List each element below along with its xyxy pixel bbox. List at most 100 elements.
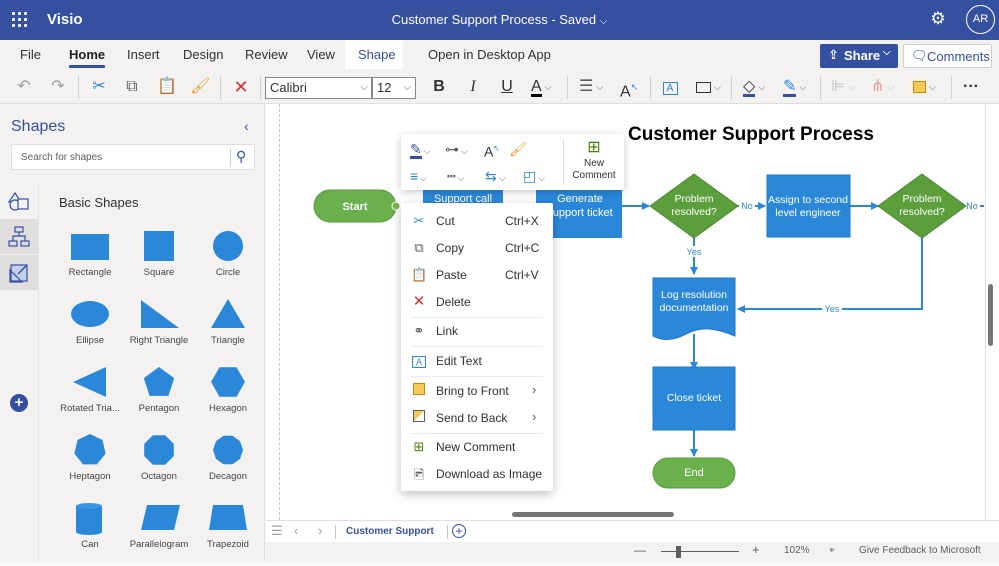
add-page-button[interactable]: + [452, 524, 466, 538]
app-name[interactable]: Visio [47, 11, 83, 28]
shape-can[interactable]: Can [55, 500, 125, 566]
shape-circle[interactable]: Circle [193, 228, 263, 294]
shape-octagon[interactable]: Octagon [124, 432, 194, 498]
give-feedback-link[interactable]: Give Feedback to Microsoft [859, 545, 981, 556]
previous-page-icon[interactable]: ‹ [294, 523, 298, 538]
horizontal-scrollbar[interactable] [512, 512, 674, 517]
assign-engineer-node[interactable] [766, 174, 851, 238]
zoom-slider-track[interactable] [661, 551, 739, 552]
line-dash-button[interactable]: ┅ ⌵ [447, 167, 464, 187]
shape-rotated-tria[interactable]: Rotated Tria... [55, 364, 125, 430]
menu-item-cut[interactable]: ✂ Cut Ctrl+X [401, 209, 553, 233]
more-options-icon[interactable]: ··· [958, 76, 984, 98]
tab-home[interactable]: Home [69, 47, 106, 68]
open-in-desktop-app[interactable]: Open in Desktop App [428, 47, 551, 62]
shape-rectangle[interactable]: Rectangle [55, 228, 125, 294]
shape-heptagon[interactable]: Heptagon [55, 432, 125, 498]
collapse-pane-icon[interactable]: ‹ [244, 118, 249, 134]
text-size-button[interactable]: A↖ [484, 140, 500, 161]
tab-design[interactable]: Design [183, 47, 223, 62]
fit-to-window-icon[interactable]: ⌖ [829, 545, 835, 556]
zoom-level[interactable]: 102% [784, 545, 810, 556]
line-weight-button[interactable]: ≡ ⌵ [410, 167, 427, 187]
vertical-scrollbar[interactable] [988, 284, 993, 346]
align-shapes-button[interactable]: ⊫ ⌵ [831, 76, 861, 98]
drawing-canvas[interactable]: Customer Support Process No No Yes Yes S… [266, 104, 999, 520]
cut-icon[interactable]: ✂ [89, 76, 109, 98]
redo-icon[interactable]: ↷ [48, 76, 68, 98]
next-page-icon[interactable]: › [318, 523, 322, 538]
shape-decagon[interactable]: Decagon [193, 432, 263, 498]
zoom-slider-thumb[interactable] [676, 546, 682, 558]
shape-style-button[interactable]: ⌵ [696, 76, 730, 98]
font-size-increase-button[interactable]: A↖ [620, 76, 642, 100]
line-color-button[interactable]: ✎ ⌵ [783, 76, 815, 98]
menu-item-edit-text[interactable]: A Edit Text [401, 349, 553, 373]
avatar[interactable]: AR [966, 5, 995, 34]
shape-pentagon[interactable]: Pentagon [124, 364, 194, 430]
format-painter-button[interactable]: 🖌 [509, 140, 527, 158]
font-name-dropdown[interactable]: Calibri ⌵ [265, 77, 372, 99]
font-color-button[interactable]: A ⌵ [531, 76, 563, 98]
menu-item-link[interactable]: ⚭ Link [401, 319, 553, 343]
arrows-button[interactable]: ⇆ ⌵ [485, 167, 506, 187]
flowchart-icon[interactable] [0, 219, 38, 254]
tab-review[interactable]: Review [245, 47, 288, 62]
app-launcher-icon[interactable] [12, 12, 28, 28]
new-comment-button[interactable]: ⊞ New Comment [568, 138, 620, 182]
tab-shape[interactable]: Shape [345, 40, 403, 69]
fill-color-button[interactable]: ◇ ⌵ [743, 76, 775, 98]
text-box-button[interactable]: A [660, 76, 680, 98]
shape-triangle[interactable]: Triangle [193, 296, 263, 362]
connection-handle[interactable] [391, 201, 401, 211]
underline-button[interactable]: U [498, 76, 516, 98]
shape-parallelogram[interactable]: Parallelogram [124, 500, 194, 566]
arrange-button[interactable]: ⌵ [913, 76, 945, 98]
shape-right-triangle[interactable]: Right Triangle [124, 296, 194, 362]
search-icon[interactable]: ⚲ [236, 148, 246, 165]
font-size-dropdown[interactable]: 12 ⌵ [372, 77, 416, 99]
shape-fill-button[interactable]: ◰ ⌵ [523, 167, 545, 187]
menu-item-send-to-back[interactable]: Send to Back › [401, 406, 553, 430]
zoom-in-button[interactable]: + [752, 542, 760, 557]
home-toolbar: ↶ ↷ ✂ ⧉ 📋 🖌 ✕ Calibri ⌵ 12 ⌵ B I U A ⌵ ☰ ⌵ A… [0, 71, 999, 104]
comments-label: Comments [927, 49, 990, 64]
shape-hexagon[interactable]: Hexagon [193, 364, 263, 430]
menu-item-bring-to-front[interactable]: Bring to Front › [401, 379, 553, 403]
position-button[interactable]: ⋔ ⌵ [871, 76, 901, 98]
bold-button[interactable]: B [430, 76, 448, 98]
shape-search-input[interactable]: Search for shapes ⚲ [11, 144, 255, 170]
italic-button[interactable]: I [464, 76, 482, 98]
menu-item-copy[interactable]: ⧉ Copy Ctrl+C [401, 236, 553, 260]
shape-trapezoid[interactable]: Trapezoid [193, 500, 263, 566]
tab-file[interactable]: File [20, 47, 41, 62]
basic-shapes-icon[interactable] [0, 183, 38, 218]
menu-item-download-image[interactable]: 🖻 Download as Image [401, 462, 553, 486]
line-color-button[interactable]: ✎ ⌵ [410, 140, 431, 160]
add-stencil-button[interactable]: + [10, 394, 28, 412]
undo-icon[interactable]: ↶ [14, 76, 34, 98]
menu-item-new-comment[interactable]: ⊞ New Comment [401, 435, 553, 459]
page-tab-customer-support[interactable]: Customer Support [346, 526, 434, 537]
tab-view[interactable]: View [307, 47, 335, 62]
share-button[interactable]: ⇪ Share ⌵ [820, 44, 898, 68]
stencil-icon[interactable] [0, 255, 38, 290]
comments-button[interactable]: 🗨 Comments [903, 44, 992, 68]
shape-ellipse[interactable]: Ellipse [55, 296, 125, 362]
align-button[interactable]: ☰ ⌵ [579, 76, 611, 98]
delete-icon[interactable]: ✕ [231, 76, 251, 98]
zoom-out-button[interactable]: — [634, 543, 646, 557]
tab-insert[interactable]: Insert [127, 47, 160, 62]
menu-item-delete[interactable]: ✕ Delete [401, 290, 553, 314]
document-title[interactable]: Customer Support Process - Saved ⌵ [392, 12, 608, 27]
copy-icon[interactable]: ⧉ [122, 76, 142, 98]
shape-square[interactable]: Square [124, 228, 194, 294]
menu-item-paste[interactable]: 📋 Paste Ctrl+V [401, 263, 553, 287]
page-list-icon[interactable]: ☰ [271, 523, 283, 539]
position-icon: ⋔ [871, 78, 885, 96]
gear-icon[interactable]: ⚙ [928, 9, 948, 29]
format-painter-icon[interactable]: 🖌 [190, 76, 210, 98]
connector-yes-2[interactable] [737, 238, 923, 313]
connector-style-button[interactable]: ⊶ ⌵ [445, 140, 468, 160]
paste-icon[interactable]: 📋 [157, 76, 177, 98]
